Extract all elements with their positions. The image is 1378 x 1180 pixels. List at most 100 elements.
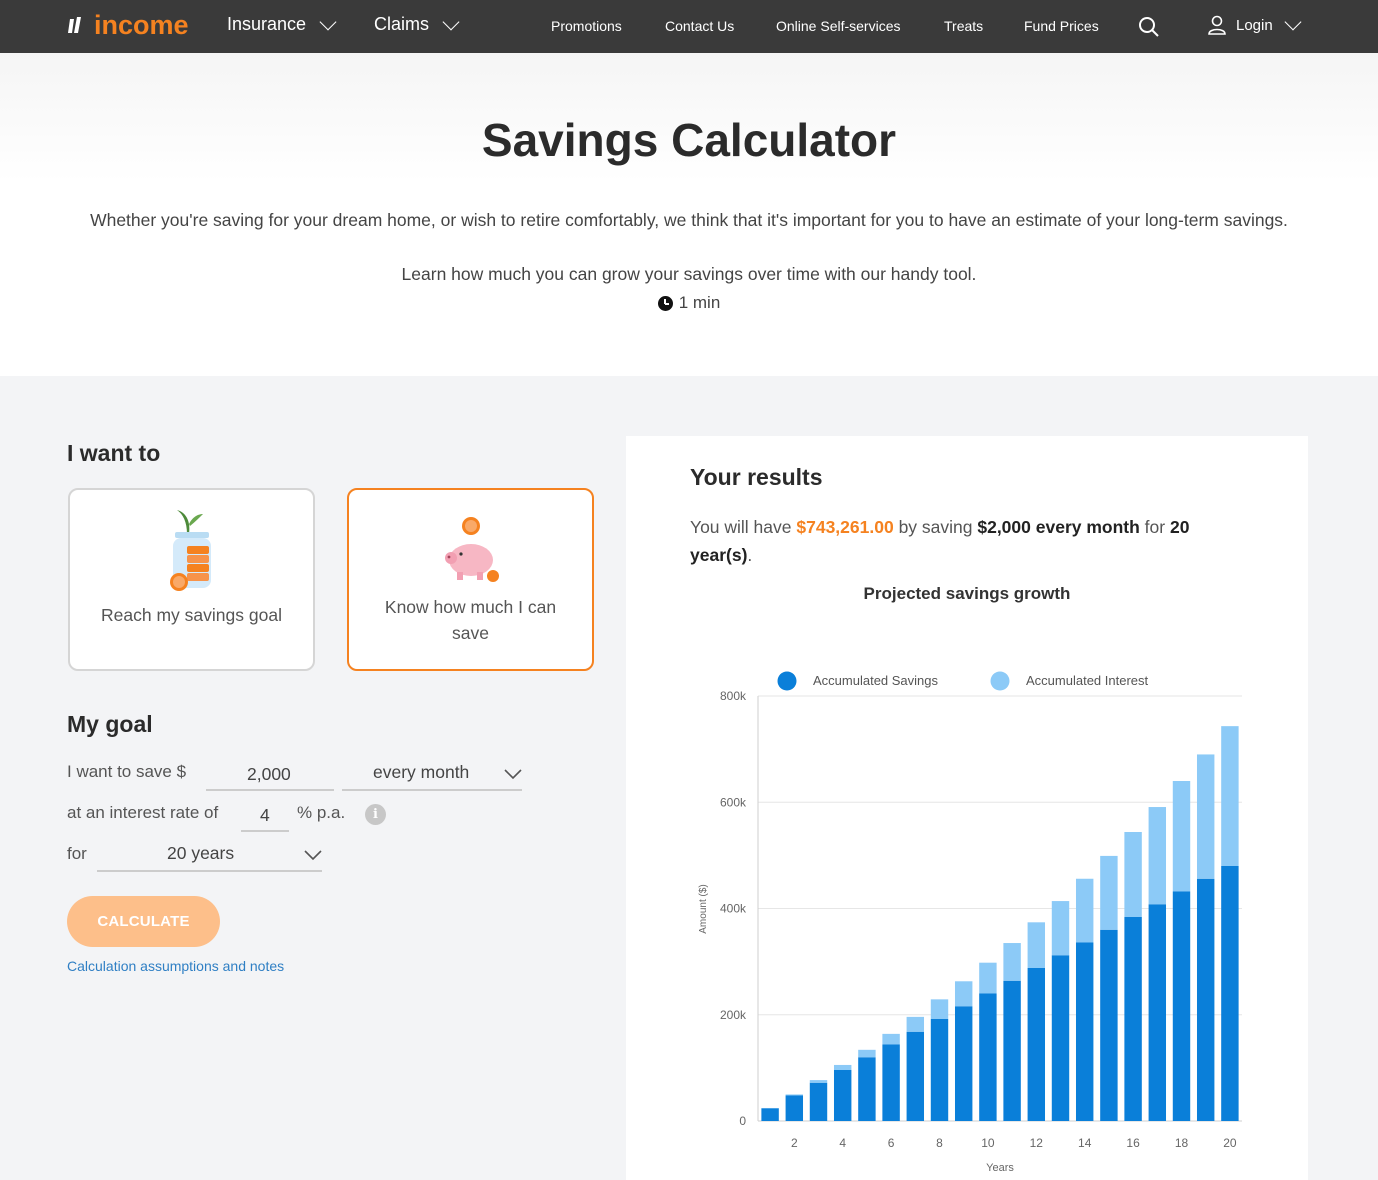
bar-savings	[1148, 904, 1167, 1121]
legend-swatch	[777, 671, 797, 691]
page-title: Savings Calculator	[481, 114, 897, 166]
bar-savings	[785, 1095, 804, 1121]
savings-jar-icon	[170, 510, 211, 591]
bar-savings	[858, 1057, 876, 1121]
interest-rate-unit: % p.a.	[297, 803, 346, 822]
hero-section: Savings Calculator Whether you're saving…	[0, 53, 1378, 376]
x-tick-label: 18	[1175, 1136, 1189, 1150]
frequency-select[interactable]: every month	[342, 758, 522, 791]
nav-claims-dropdown[interactable]: Claims	[374, 13, 460, 35]
bar-interest	[882, 1033, 900, 1045]
y-tick-label: 0	[739, 1114, 746, 1128]
x-tick-label: 4	[839, 1136, 846, 1150]
bar-interest	[906, 1016, 925, 1032]
bar-savings	[1124, 917, 1142, 1121]
bar-interest	[1003, 943, 1021, 981]
bar-savings	[809, 1082, 828, 1121]
bar-savings	[1100, 929, 1118, 1121]
frequency-value: every month	[373, 762, 470, 782]
user-icon	[1208, 15, 1226, 35]
x-tick-label: 20	[1223, 1136, 1237, 1150]
nav-insurance-label: Insurance	[227, 14, 307, 34]
nav-claims-label: Claims	[374, 14, 430, 34]
y-tick-label: 200k	[720, 1008, 747, 1022]
save-amount-value: 2,000	[247, 764, 291, 784]
bar-savings	[1221, 866, 1239, 1121]
x-tick-label: 10	[981, 1136, 995, 1150]
bar-savings	[1196, 878, 1215, 1121]
bar-savings	[954, 1006, 973, 1121]
reading-duration: 1 min	[0, 293, 1378, 313]
nav-link-online-self-services[interactable]: Online Self-services	[776, 18, 901, 34]
legend-label: Accumulated Interest	[1026, 673, 1149, 688]
bar-interest	[1172, 781, 1191, 892]
save-amount-input[interactable]: 2,000	[206, 758, 334, 791]
info-icon[interactable]: i	[365, 804, 386, 825]
option-reach-savings-goal[interactable]: Reach my savings goal	[68, 488, 315, 671]
duration-text: 1 min	[678, 293, 721, 312]
x-axis-title: Years	[986, 1162, 1014, 1174]
legend-swatch	[990, 671, 1010, 691]
x-tick-label: 2	[791, 1136, 798, 1150]
nav-link-contact-us[interactable]: Contact Us	[665, 18, 734, 34]
bar-interest	[979, 962, 997, 994]
nav-link-fund-prices[interactable]: Fund Prices	[1024, 18, 1099, 34]
bar-savings	[882, 1044, 900, 1121]
duration-label: for	[67, 844, 87, 863]
option-label: Know how much I can save	[384, 597, 557, 643]
duration-value: 20 years	[167, 843, 235, 863]
chevron-down-icon	[304, 850, 322, 861]
bar-savings	[833, 1070, 852, 1121]
bar-interest	[954, 981, 973, 1007]
bar-savings	[1075, 942, 1094, 1121]
bar-interest	[833, 1064, 852, 1070]
calculation-notes-link[interactable]: Calculation assumptions and notes	[67, 958, 284, 974]
top-nav: income Insurance Claims Promotions Conta…	[0, 0, 1378, 53]
nav-insurance-dropdown[interactable]: Insurance	[227, 13, 337, 35]
piggy-bank-icon	[445, 517, 499, 582]
bar-interest	[1100, 855, 1118, 930]
chevron-down-icon	[442, 13, 460, 30]
bar-savings	[1003, 980, 1021, 1121]
bar-interest	[1221, 726, 1239, 866]
duration-select[interactable]: 20 years	[97, 839, 322, 872]
bar-savings	[906, 1031, 925, 1121]
option-label: Reach my savings goal	[101, 605, 282, 625]
bar-interest	[1051, 901, 1070, 956]
y-axis-title: Amount ($)	[698, 884, 709, 933]
bar-savings	[979, 993, 997, 1121]
calculate-button[interactable]: CALCULATE	[67, 896, 220, 947]
x-tick-label: 8	[936, 1136, 943, 1150]
bar-interest	[930, 999, 949, 1019]
bar-savings	[761, 1108, 779, 1121]
chevron-down-icon	[504, 769, 522, 780]
y-tick-label: 400k	[720, 902, 747, 916]
intro-text: Whether you're saving for your dream hom…	[90, 210, 1288, 230]
logo-text: income	[94, 9, 189, 40]
option-know-how-much[interactable]: Know how much I can save	[347, 488, 594, 671]
logo[interactable]: income	[66, 10, 189, 40]
bar-savings	[1051, 955, 1070, 1121]
bar-interest	[1075, 878, 1094, 943]
y-tick-label: 600k	[720, 795, 747, 809]
x-tick-label: 6	[888, 1136, 895, 1150]
clock-icon	[657, 295, 673, 311]
bar-interest	[809, 1080, 828, 1083]
interest-rate-input[interactable]: 4	[241, 799, 289, 832]
nav-link-promotions[interactable]: Promotions	[551, 18, 622, 34]
x-tick-label: 16	[1126, 1136, 1140, 1150]
sub-text: Learn how much you can grow your savings…	[401, 264, 977, 284]
my-goal-heading: My goal	[67, 711, 153, 737]
y-tick-label: 800k	[720, 689, 747, 703]
nav-link-treats[interactable]: Treats	[944, 18, 983, 34]
results-panel: Your results You will have $743,261.00 b…	[626, 436, 1308, 1180]
search-icon[interactable]	[1138, 16, 1160, 38]
login-dropdown[interactable]: Login	[1206, 13, 1302, 36]
chevron-down-icon	[319, 13, 337, 30]
logo-mark-icon	[68, 17, 81, 33]
bar-savings	[930, 1019, 949, 1121]
login-label: Login	[1236, 16, 1273, 34]
legend-label: Accumulated Savings	[813, 673, 939, 688]
bar-savings	[1172, 891, 1191, 1121]
bar-interest	[1148, 807, 1167, 905]
